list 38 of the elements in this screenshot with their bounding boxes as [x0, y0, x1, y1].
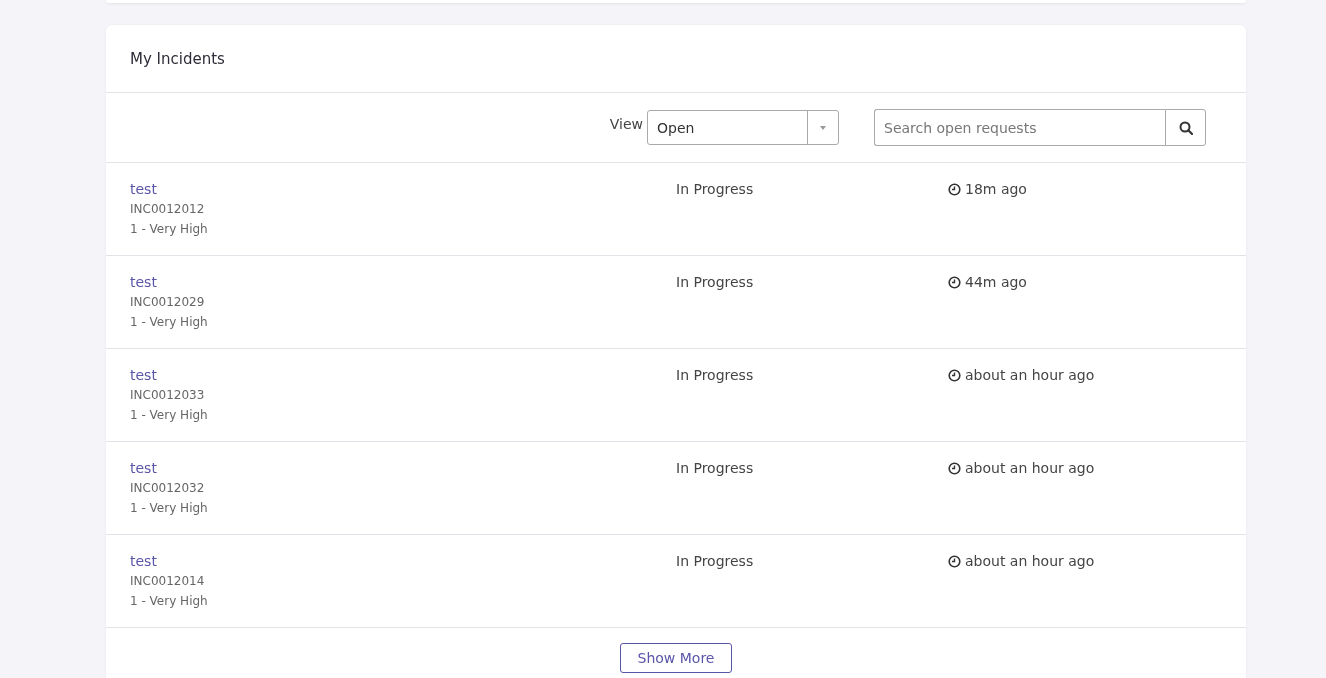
incident-status: In Progress: [676, 274, 754, 290]
incident-status: In Progress: [676, 553, 754, 569]
updated-time: 44m ago: [965, 273, 1027, 292]
incident-priority: 1 - Very High: [130, 593, 208, 610]
incident-number: INC0012012: [130, 201, 205, 218]
panel-title: My Incidents: [130, 49, 225, 68]
updated-time: 18m ago: [965, 180, 1027, 199]
incident-status: In Progress: [676, 181, 754, 197]
incident-priority: 1 - Very High: [130, 500, 208, 517]
incident-link[interactable]: test: [130, 551, 157, 571]
incident-link[interactable]: test: [130, 458, 157, 478]
incident-number: INC0012033: [130, 387, 205, 404]
clock-icon: [948, 275, 961, 289]
caret-icon: [820, 125, 826, 130]
incident-priority: 1 - Very High: [130, 314, 208, 331]
clock-icon: [948, 182, 961, 196]
incident-priority: 1 - Very High: [130, 407, 208, 424]
search-button[interactable]: [1165, 109, 1206, 146]
updated-time: about an hour ago: [965, 366, 1095, 385]
incident-number: INC0012029: [130, 294, 205, 311]
incident-priority: 1 - Very High: [130, 221, 208, 238]
updated-time: about an hour ago: [965, 552, 1095, 571]
incident-number: INC0012032: [130, 480, 205, 497]
incident-link[interactable]: test: [130, 272, 157, 292]
search-field[interactable]: Search open requests: [874, 109, 1165, 146]
view-label: View: [609, 115, 643, 132]
clock-icon: [948, 461, 961, 475]
search-icon: [1178, 120, 1193, 135]
incident-link[interactable]: test: [130, 365, 157, 385]
clock-icon: [948, 368, 961, 382]
incident-status: In Progress: [676, 367, 754, 383]
updated-time: about an hour ago: [965, 459, 1095, 478]
incident-number: INC0012014: [130, 573, 205, 590]
view-dropdown[interactable]: Open: [647, 110, 839, 145]
incident-link[interactable]: test: [130, 179, 157, 199]
incident-status: In Progress: [676, 460, 754, 476]
show-more-button[interactable]: Show More: [619, 643, 733, 673]
clock-icon: [948, 554, 961, 568]
